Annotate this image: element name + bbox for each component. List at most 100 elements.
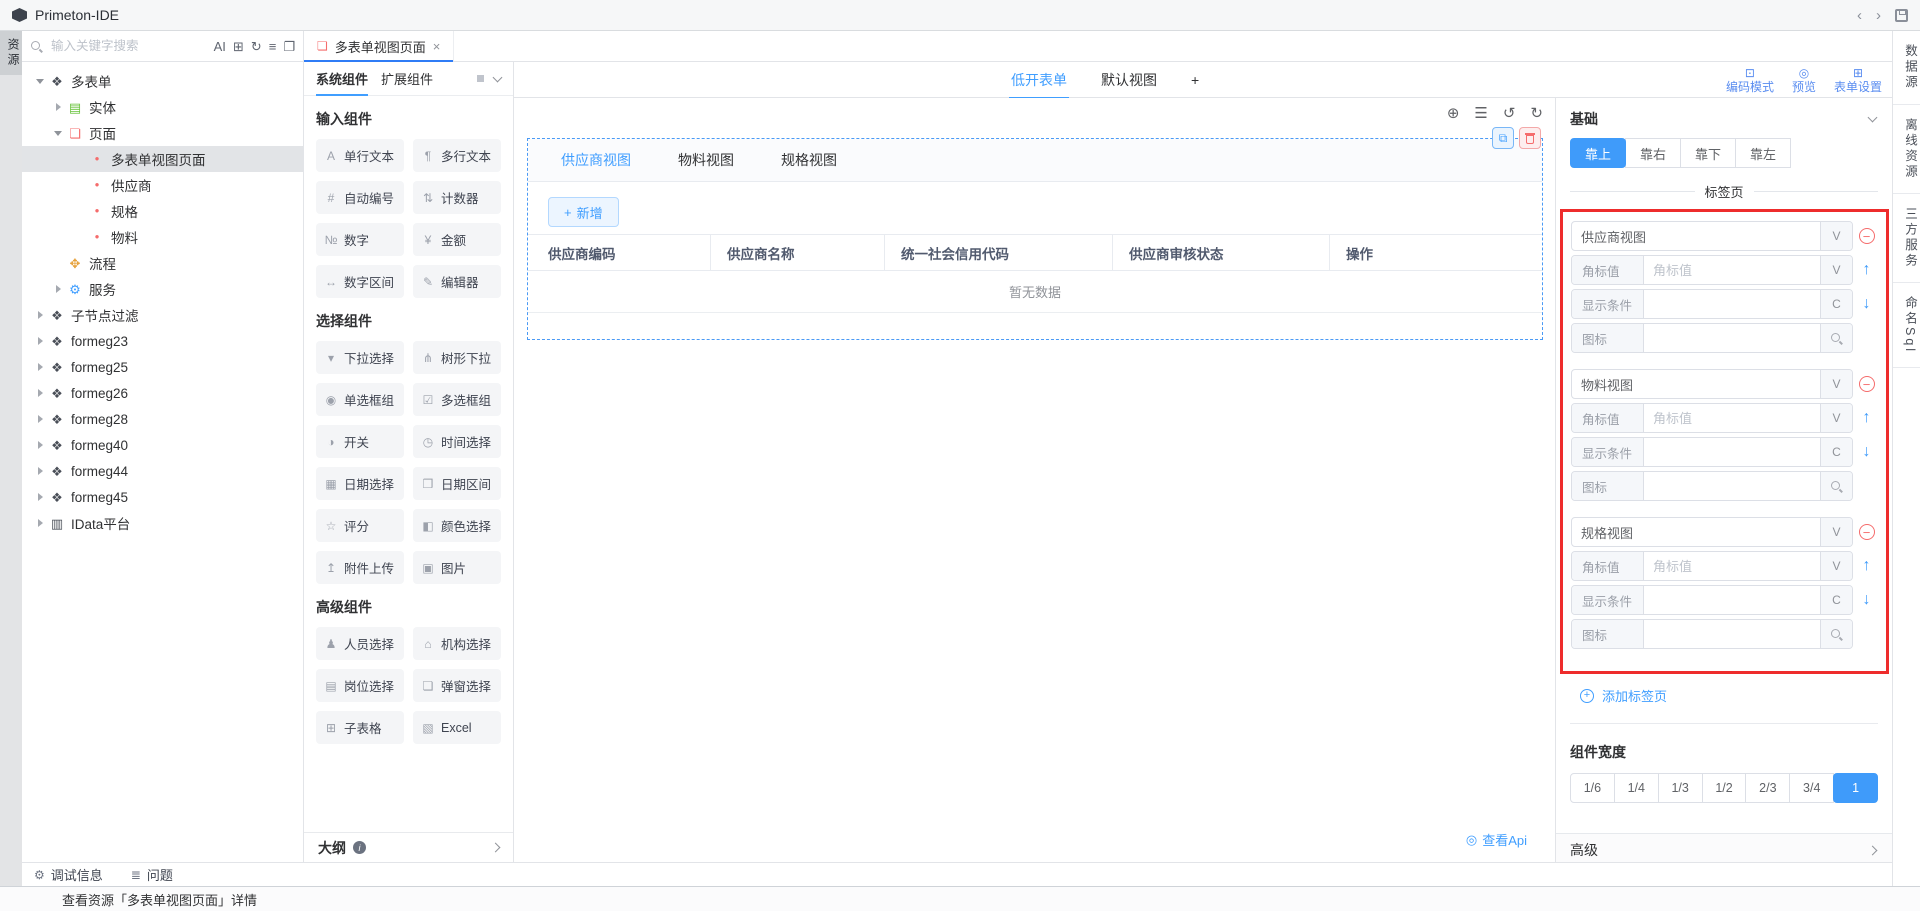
remove-tab-button[interactable]: − — [1859, 376, 1875, 392]
tree-expander-icon[interactable] — [74, 224, 86, 250]
tree-item[interactable]: ❖ formeg28 — [22, 406, 303, 432]
palette-component[interactable]: ⇅ 计数器 — [413, 181, 501, 214]
tree-expander-icon[interactable] — [34, 484, 46, 510]
palette-component[interactable]: ◑ 开关 — [316, 425, 404, 458]
width-option-button[interactable]: 3/4 — [1789, 773, 1834, 803]
tree-item[interactable]: ❖ formeg26 — [22, 380, 303, 406]
tree-expander-icon[interactable] — [34, 432, 46, 458]
document-tab[interactable]: ❏ 多表单视图页面 × — [304, 31, 454, 61]
tree-item[interactable]: ❖ 子节点过滤 — [22, 302, 303, 328]
icon-input[interactable] — [1644, 324, 1820, 352]
condition-toggle-button[interactable]: C — [1820, 438, 1852, 466]
move-up-button[interactable]: ↑ — [1863, 410, 1871, 426]
palette-component[interactable]: ❒ 日期区间 — [413, 467, 501, 500]
selected-tabs-container[interactable]: ⧉ 供应商视图物料视图规格视图 + 新增 供应商编码供应商名称统一社会信用代码供… — [527, 138, 1543, 340]
condition-toggle-button[interactable]: C — [1820, 290, 1852, 318]
width-option-button[interactable]: 1/3 — [1658, 773, 1703, 803]
refresh-icon[interactable]: ↻ — [251, 40, 262, 53]
variable-toggle-button[interactable]: V — [1820, 222, 1852, 250]
list-settings-icon[interactable]: ≡ — [269, 40, 277, 53]
align-button[interactable]: 靠右 — [1625, 138, 1681, 168]
tree-item[interactable]: ❖ formeg44 — [22, 458, 303, 484]
palette-component[interactable]: ◧ 颜色选择 — [413, 509, 501, 542]
palette-collapse-icon[interactable] — [493, 72, 503, 82]
tree-expander-icon[interactable] — [34, 510, 46, 536]
back-icon[interactable]: ‹ — [1857, 8, 1862, 23]
remove-tab-button[interactable]: − — [1859, 228, 1875, 244]
tree-expander-icon[interactable] — [74, 172, 86, 198]
palette-component[interactable]: ⌂ 机构选择 — [413, 627, 501, 660]
variable-toggle-button[interactable]: V — [1820, 370, 1852, 398]
tree-item[interactable]: ● 多表单视图页面 — [22, 146, 303, 172]
palette-component[interactable]: ❏ 弹窗选择 — [413, 669, 501, 702]
tree-item[interactable]: ▥ IData平台 — [22, 510, 303, 536]
tree-expander-icon[interactable] — [34, 302, 46, 328]
badge-value-input[interactable] — [1644, 404, 1820, 432]
palette-component[interactable]: ▦ 日期选择 — [316, 467, 404, 500]
variable-toggle-button[interactable]: V — [1820, 552, 1852, 580]
tab-title-input[interactable] — [1572, 222, 1820, 250]
align-button[interactable]: 靠左 — [1735, 138, 1791, 168]
view-api-link[interactable]: ◎ 查看Api — [1466, 830, 1527, 849]
badge-value-input[interactable] — [1644, 552, 1820, 580]
palette-component[interactable]: ▤ 岗位选择 — [316, 669, 404, 702]
tree-item[interactable]: ▤ 实体 — [22, 94, 303, 120]
palette-component[interactable]: ▧ Excel — [413, 711, 501, 744]
variable-toggle-button[interactable]: V — [1820, 404, 1852, 432]
palette-tab[interactable]: 系统组件 — [316, 62, 368, 95]
redo-icon[interactable]: ↻ — [1530, 106, 1543, 121]
width-option-button[interactable]: 1/2 — [1702, 773, 1747, 803]
condition-input[interactable] — [1644, 586, 1820, 614]
icon-search-button[interactable] — [1820, 324, 1852, 352]
tree-expander-icon[interactable] — [34, 328, 46, 354]
right-activity-item[interactable]: 命名Sql — [1893, 283, 1920, 368]
tree-item[interactable]: ● 供应商 — [22, 172, 303, 198]
palette-component[interactable]: ▾ 下拉选择 — [316, 341, 404, 374]
icon-input[interactable] — [1644, 472, 1820, 500]
outline-footer[interactable]: 大纲 i — [304, 832, 513, 862]
outline-tree-icon[interactable]: ☰ — [1474, 106, 1487, 121]
tree-expander-icon[interactable] — [34, 458, 46, 484]
tree-item[interactable]: ⚙ 服务 — [22, 276, 303, 302]
icon-search-button[interactable] — [1820, 620, 1852, 648]
palette-component[interactable]: ↔ 数字区间 — [316, 265, 404, 298]
container-tab[interactable]: 供应商视图 — [561, 150, 631, 170]
condition-input[interactable] — [1644, 290, 1820, 318]
tree-expander-icon[interactable] — [74, 146, 86, 172]
table-column-header[interactable]: 供应商审核状态 — [1113, 235, 1330, 270]
form-view-tab[interactable]: + — [1189, 62, 1201, 98]
activity-item-resources[interactable]: 资源 — [0, 31, 22, 75]
move-down-button[interactable]: ↓ — [1863, 444, 1871, 460]
tree-item[interactable]: ❖ 多表单 — [22, 68, 303, 94]
header-action-button[interactable]: ⊡ 编码模式 — [1726, 67, 1774, 95]
right-activity-item[interactable]: 数据源 — [1893, 31, 1920, 105]
palette-component[interactable]: ⋔ 树形下拉 — [413, 341, 501, 374]
header-action-button[interactable]: ⊞ 表单设置 — [1834, 67, 1882, 95]
form-canvas[interactable]: ⊕☰↺↻ ⧉ 供应商视图物料视图规格视图 + 新增 供应商编码供应商名称统一社会… — [514, 98, 1555, 862]
copy-page-icon[interactable]: ❐ — [283, 40, 295, 53]
palette-component[interactable]: ◷ 时间选择 — [413, 425, 501, 458]
condition-input[interactable] — [1644, 438, 1820, 466]
palette-component[interactable]: # 自动编号 — [316, 181, 404, 214]
remove-tab-button[interactable]: − — [1859, 524, 1875, 540]
table-column-header[interactable]: 操作 — [1330, 235, 1542, 270]
tab-title-input[interactable] — [1572, 370, 1820, 398]
delete-component-button[interactable] — [1519, 127, 1541, 149]
save-icon[interactable] — [1895, 9, 1908, 22]
forward-icon[interactable]: › — [1876, 8, 1881, 23]
tree-expander-icon[interactable] — [52, 276, 64, 302]
palette-component[interactable]: ¥ 金额 — [413, 223, 501, 256]
tree-item[interactable]: ✥ 流程 — [22, 250, 303, 276]
palette-component[interactable]: ◉ 单选框组 — [316, 383, 404, 416]
palette-component[interactable]: A 单行文本 — [316, 139, 404, 172]
form-view-tab[interactable]: 低开表单 — [1009, 62, 1069, 98]
width-option-button[interactable]: 1 — [1833, 773, 1878, 803]
variable-toggle-button[interactable]: V — [1820, 256, 1852, 284]
palette-component[interactable]: ☑ 多选框组 — [413, 383, 501, 416]
right-activity-item[interactable]: 离线资源 — [1893, 105, 1920, 194]
condition-toggle-button[interactable]: C — [1820, 586, 1852, 614]
bottom-panel-tab[interactable]: ⚙ 调试信息 — [34, 865, 103, 884]
tree-item[interactable]: ❏ 页面 — [22, 120, 303, 146]
icon-input[interactable] — [1644, 620, 1820, 648]
palette-component[interactable]: ↥ 附件上传 — [316, 551, 404, 584]
